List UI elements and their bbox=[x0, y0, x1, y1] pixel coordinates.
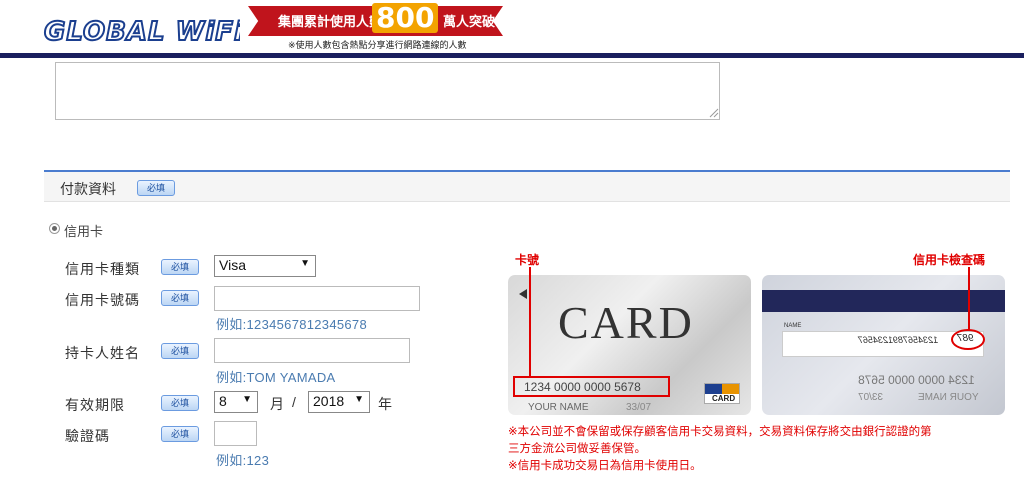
payment-section-header: 付款資料 必填 bbox=[44, 170, 1010, 202]
required-badge: 必填 bbox=[161, 426, 199, 442]
holder-name-label: 持卡人姓名 bbox=[65, 345, 140, 361]
expiry-year-select[interactable]: 2018 ▼ bbox=[308, 391, 370, 413]
holder-name-hint: 例如:TOM YAMADA bbox=[216, 370, 336, 385]
signature-number: 1234567891234567 bbox=[858, 335, 939, 345]
payment-notes: ※本公司並不會保留或保存顧客信用卡交易資料，交易資料保存將交由銀行認證的第 三方… bbox=[508, 424, 1003, 475]
promo-banner: 集團累計使用人數 800 萬人突破 ※使用人數包含熱點分享進行網路連線的人數 bbox=[248, 3, 503, 50]
cvv-label: 驗證碼 bbox=[65, 428, 110, 444]
banner-prefix: 集團累計使用人數 bbox=[278, 14, 383, 29]
logo-text: GLOBAL WiFi bbox=[44, 17, 240, 46]
credit-card-radio-label[interactable]: 信用卡 bbox=[64, 221, 103, 240]
required-badge: 必填 bbox=[161, 259, 199, 275]
card-brand-logo: CARD bbox=[704, 383, 740, 404]
card-back-number: 1234 0000 0000 5678 bbox=[858, 373, 975, 387]
global-wifi-logo[interactable]: GLOBAL WiFi bbox=[42, 14, 240, 46]
note-line: ※本公司並不會保留或保存顧客信用卡交易資料，交易資料保存將交由銀行認證的第 bbox=[508, 426, 932, 438]
month-unit: 月 bbox=[270, 396, 284, 412]
expiry-year-value: 2018 bbox=[313, 393, 345, 409]
card-number-leader-line bbox=[529, 267, 531, 377]
card-front-word: CARD bbox=[558, 297, 694, 348]
resize-grip-icon[interactable] bbox=[709, 108, 719, 118]
card-number-highlight bbox=[513, 376, 670, 397]
card-front-exp: 33/07 bbox=[626, 402, 652, 413]
card-number-label: 信用卡號碼 bbox=[65, 292, 140, 308]
required-badge: 必填 bbox=[137, 180, 175, 196]
card-logo-text: CARD bbox=[712, 394, 736, 403]
credit-card-radio[interactable] bbox=[49, 223, 60, 234]
card-back-exp: 33/07 bbox=[858, 392, 884, 403]
holder-name-input[interactable] bbox=[214, 338, 410, 363]
chevron-down-icon: ▼ bbox=[300, 258, 310, 269]
card-front-name: YOUR NAME bbox=[528, 402, 589, 413]
card-type-select[interactable]: Visa ▼ bbox=[214, 255, 316, 277]
banner-number: 800 bbox=[372, 3, 439, 33]
expiry-separator: / bbox=[292, 394, 296, 410]
site-header: GLOBAL WiFi 集團累計使用人數 800 萬人突破 ※使用人數包含熱點分… bbox=[0, 0, 1024, 58]
card-back-label: NAME bbox=[784, 323, 802, 329]
expiry-label: 有效期限 bbox=[65, 397, 125, 413]
expiry-month-value: 8 bbox=[219, 393, 227, 409]
cvv-hint: 例如:123 bbox=[216, 453, 270, 468]
card-number-input[interactable] bbox=[214, 286, 420, 311]
required-badge: 必填 bbox=[161, 343, 199, 359]
card-triangle-icon bbox=[519, 289, 527, 299]
card-number-hint: 例如:1234567812345678 bbox=[216, 317, 367, 332]
year-unit: 年 bbox=[378, 396, 392, 412]
card-number-callout: 卡號 bbox=[515, 253, 540, 267]
note-line: 三方金流公司做妥善保管。 bbox=[508, 443, 646, 455]
banner-note: ※使用人數包含熱點分享進行網路連線的人數 bbox=[288, 40, 467, 50]
chevron-down-icon: ▼ bbox=[242, 394, 252, 405]
card-logo-stripe bbox=[705, 384, 739, 394]
card-type-value: Visa bbox=[219, 257, 246, 273]
note-line: ※信用卡成功交易日為信用卡使用日。 bbox=[508, 460, 702, 472]
required-badge: 必填 bbox=[161, 395, 199, 411]
card-type-label: 信用卡種類 bbox=[65, 261, 140, 277]
banner-suffix: 萬人突破 bbox=[443, 14, 496, 29]
chevron-down-icon: ▼ bbox=[354, 394, 364, 405]
card-back-name: YOUR NAME bbox=[918, 392, 979, 403]
cvv-leader-line bbox=[968, 267, 970, 330]
required-badge: 必填 bbox=[161, 290, 199, 306]
section-title: 付款資料 bbox=[60, 181, 116, 197]
cvv-highlight bbox=[951, 329, 985, 350]
cvv-callout: 信用卡檢查碼 bbox=[913, 253, 986, 267]
expiry-month-select[interactable]: 8 ▼ bbox=[214, 391, 258, 413]
remarks-textarea[interactable] bbox=[55, 62, 720, 120]
cvv-input[interactable] bbox=[214, 421, 257, 446]
